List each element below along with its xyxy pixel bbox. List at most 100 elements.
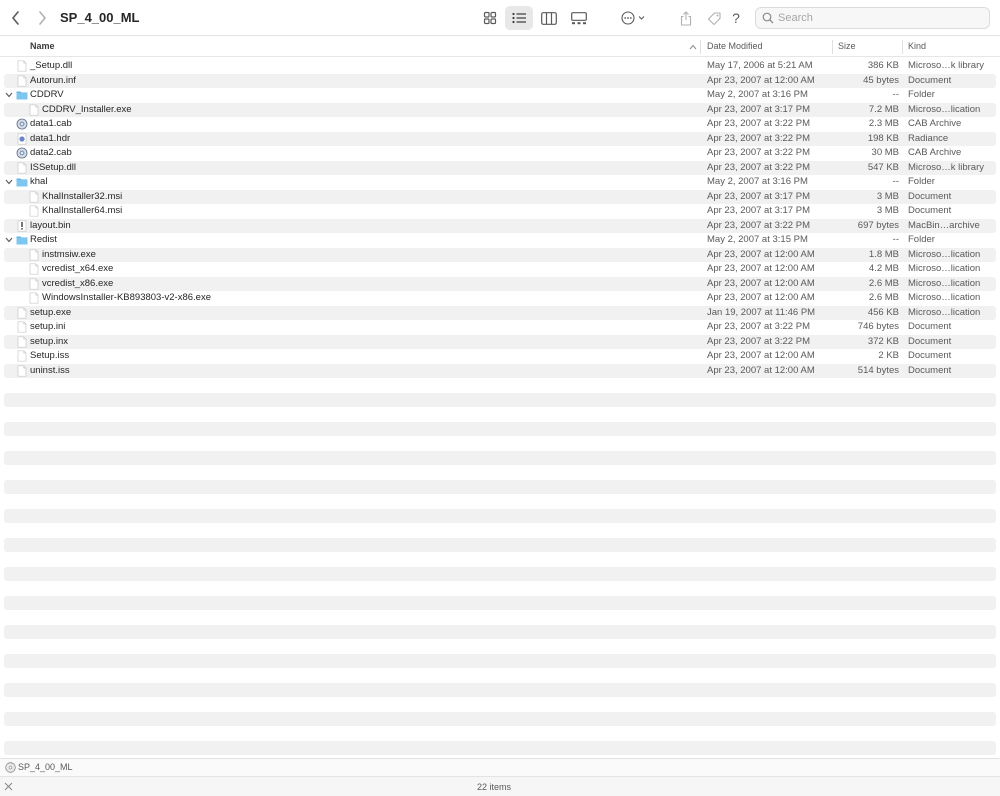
file-kind: CAB Archive: [908, 118, 962, 129]
icon-view-button[interactable]: [477, 6, 503, 30]
tag-button[interactable]: [704, 6, 724, 30]
file-name: khal: [30, 176, 48, 187]
file-row[interactable]: instmsiw.exe Apr 23, 2007 at 12:00 AM 1.8 …: [4, 247, 996, 263]
binary-file-icon: [16, 219, 28, 232]
file-kind: Microso…lication: [908, 263, 981, 274]
search-icon: [762, 12, 774, 24]
name-cell: data2.cab: [4, 146, 694, 161]
folder-icon: [16, 176, 28, 188]
cab-archive-icon: [16, 147, 28, 159]
disclosure-chevron-icon[interactable]: [4, 177, 14, 187]
file-row[interactable]: CDDRV_Installer.exe Apr 23, 2007 at 3:17 …: [4, 102, 996, 117]
name-column-header[interactable]: Name: [30, 37, 55, 56]
file-row[interactable]: KhalInstaller64.msi Apr 23, 2007 at 3:17 …: [4, 204, 996, 219]
file-name: vcredist_x86.exe: [42, 277, 114, 289]
date-modified: Apr 23, 2007 at 12:00 AM: [707, 277, 815, 289]
column-view-button[interactable]: [536, 6, 562, 30]
empty-row: [4, 581, 996, 596]
name-cell: vcredist_x86.exe: [4, 277, 694, 292]
file-row[interactable]: setup.inx Apr 23, 2007 at 3:22 PM 372 KB Do…: [4, 334, 996, 349]
column-divider[interactable]: [832, 40, 833, 54]
disclosure-chevron-icon[interactable]: [4, 235, 14, 245]
file-row[interactable]: Setup.iss Apr 23, 2007 at 12:00 AM 2 KB Doc…: [4, 349, 996, 364]
file-kind: CAB Archive: [908, 147, 962, 158]
document-icon: [16, 60, 28, 72]
search-input[interactable]: [778, 12, 978, 24]
document-icon: [16, 321, 28, 333]
disc-icon: [5, 762, 16, 773]
file-size: --: [892, 234, 899, 245]
file-name: _Setup.dll: [30, 60, 73, 71]
date-modified: Apr 23, 2007 at 12:00 AM: [707, 292, 815, 303]
file-row[interactable]: ISSetup.dll Apr 23, 2007 at 3:22 PM 547 KB…: [4, 160, 996, 175]
date-modified: Apr 23, 2007 at 3:17 PM: [707, 205, 810, 216]
name-cell: data1.cab: [4, 117, 694, 132]
file-kind: Microso…k library: [908, 161, 985, 173]
name-cell: KhalInstaller64.msi: [4, 204, 694, 219]
list-view-button[interactable]: [505, 6, 533, 30]
share-button[interactable]: [676, 6, 696, 30]
file-row[interactable]: setup.ini Apr 23, 2007 at 3:22 PM 746 byte…: [4, 320, 996, 335]
file-name: data1.hdr: [30, 132, 71, 144]
file-size: 30 MB: [871, 147, 899, 158]
file-kind: Microso…lication: [908, 292, 981, 303]
folder-row[interactable]: khal May 2, 2007 at 3:16 PM -- Folder: [4, 175, 996, 190]
file-name: Setup.iss: [30, 350, 70, 361]
file-kind: Microso…lication: [908, 103, 981, 115]
size-column-header[interactable]: Size: [838, 37, 856, 56]
folder-row[interactable]: CDDRV May 2, 2007 at 3:16 PM -- Folder: [4, 88, 996, 103]
file-row[interactable]: setup.exe Jan 19, 2007 at 11:46 PM 456 KB M…: [4, 305, 996, 320]
file-row[interactable]: data2.cab Apr 23, 2007 at 3:22 PM 30 MB CAB…: [4, 146, 996, 161]
name-cell: instmsiw.exe: [4, 248, 694, 263]
file-name: setup.ini: [30, 321, 66, 332]
disclosure-chevron-icon[interactable]: [4, 90, 14, 100]
document-icon: [28, 103, 40, 116]
file-kind: Folder: [908, 176, 935, 187]
file-row[interactable]: Autorun.inf Apr 23, 2007 at 12:00 AM 45 by…: [4, 73, 996, 89]
file-name: setup.exe: [30, 306, 72, 318]
file-row[interactable]: _Setup.dll May 17, 2006 at 5:21 AM 386 KB M…: [4, 59, 996, 74]
name-cell: _Setup.dll: [4, 59, 694, 74]
folder-row[interactable]: Redist May 2, 2007 at 3:15 PM -- Folder: [4, 233, 996, 248]
document-icon: [28, 277, 40, 290]
document-icon: [28, 205, 40, 217]
file-row[interactable]: layout.bin Apr 23, 2007 at 3:22 PM 697 byt…: [4, 218, 996, 233]
file-kind: Document: [908, 74, 952, 86]
action-menu-button[interactable]: [618, 6, 650, 30]
back-button[interactable]: [6, 8, 26, 28]
column-divider[interactable]: [700, 40, 701, 54]
file-row[interactable]: vcredist_x86.exe Apr 23, 2007 at 12:00 AM…: [4, 276, 996, 292]
file-row[interactable]: data1.cab Apr 23, 2007 at 3:22 PM 2.3 MB CA…: [4, 117, 996, 132]
kind-column-header[interactable]: Kind: [908, 37, 926, 56]
name-cell: KhalInstaller32.msi: [4, 190, 694, 205]
date-column-header[interactable]: Date Modified: [707, 37, 763, 56]
gallery-view-button[interactable]: [566, 6, 592, 30]
help-icon[interactable]: ?: [728, 6, 744, 30]
file-name: uninst.iss: [30, 364, 70, 376]
file-row[interactable]: WindowsInstaller-KB893803-v2-x86.exe Apr …: [4, 291, 996, 306]
path-bar-item[interactable]: SP_4_00_ML: [18, 762, 73, 772]
file-row[interactable]: uninst.iss Apr 23, 2007 at 12:00 AM 514 by…: [4, 363, 996, 378]
name-cell: vcredist_x64.exe: [4, 262, 694, 277]
name-cell: CDDRV: [4, 88, 694, 103]
file-row[interactable]: KhalInstaller32.msi Apr 23, 2007 at 3:17 …: [4, 189, 996, 205]
name-cell: Redist: [4, 233, 694, 248]
name-cell: Setup.iss: [4, 349, 694, 364]
radiance-file-icon: [16, 132, 28, 145]
file-row[interactable]: vcredist_x64.exe Apr 23, 2007 at 12:00 AM…: [4, 262, 996, 277]
forward-button[interactable]: [32, 8, 52, 28]
empty-row: [4, 436, 996, 451]
file-name: Redist: [30, 234, 57, 245]
column-header: Name Date Modified Size Kind: [0, 37, 1000, 57]
search-field[interactable]: [755, 7, 990, 29]
folder-icon: [16, 89, 28, 101]
column-divider[interactable]: [902, 40, 903, 54]
empty-row: [4, 508, 996, 523]
file-name: ISSetup.dll: [30, 161, 76, 173]
name-cell: Autorun.inf: [4, 74, 694, 89]
file-kind: Document: [908, 335, 952, 347]
file-row[interactable]: data1.hdr Apr 23, 2007 at 3:22 PM 198 KB Ra…: [4, 131, 996, 146]
document-icon: [16, 335, 28, 348]
date-modified: Apr 23, 2007 at 3:22 PM: [707, 132, 810, 144]
file-size: 3 MB: [876, 190, 899, 202]
